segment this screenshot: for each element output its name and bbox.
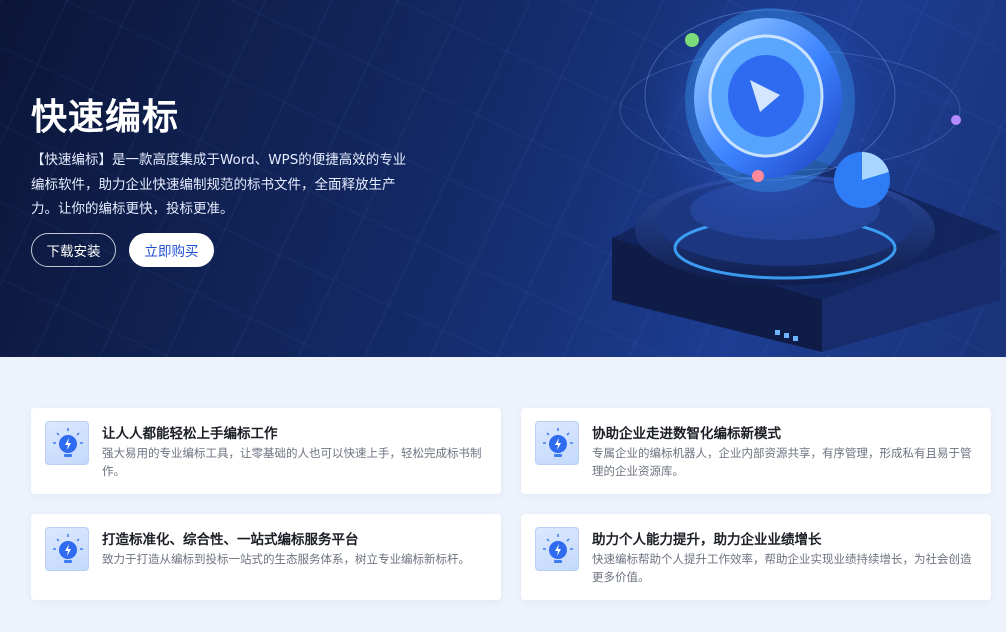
lightbulb-icon bbox=[535, 421, 579, 465]
feature-section: 让人人都能轻松上手编标工作 强大易用的专业编标工具，让零基础的人也可以快速上手，… bbox=[0, 357, 1006, 632]
feature-card-digital-mode: 协助企业走进数智化编标新模式 专属企业的编标机器人，企业内部资源共享，有序管理，… bbox=[521, 408, 991, 494]
product-description: 【快速编标】是一款高度集成于Word、WPS的便捷高效的专业编标软件，助力企业快… bbox=[31, 152, 407, 217]
hero-banner: 快速编标 【快速编标】是一款高度集成于Word、WPS的便捷高效的专业编标软件，… bbox=[0, 0, 1006, 357]
buy-now-button[interactable]: 立即购买 bbox=[129, 233, 214, 267]
lightbulb-icon bbox=[45, 421, 89, 465]
feature-card-performance-growth: 助力个人能力提升，助力企业业绩增长 快速编标帮助个人提升工作效率，帮助企业实现业… bbox=[521, 514, 991, 600]
lightbulb-icon bbox=[535, 527, 579, 571]
feature-description: 专属企业的编标机器人，企业内部资源共享，有序管理，形成私有且易于管理的企业资源库… bbox=[592, 446, 972, 478]
feature-title: 助力个人能力提升，助力企业业绩增长 bbox=[592, 532, 822, 548]
product-illustration bbox=[612, 0, 1000, 352]
feature-description: 强大易用的专业编标工具，让零基础的人也可以快速上手，轻松完成标书制作。 bbox=[102, 446, 482, 478]
feature-title: 让人人都能轻松上手编标工作 bbox=[102, 426, 278, 442]
feature-card-easy-to-use: 让人人都能轻松上手编标工作 强大易用的专业编标工具，让零基础的人也可以快速上手，… bbox=[31, 408, 501, 494]
feature-title: 打造标准化、综合性、一站式编标服务平台 bbox=[102, 532, 359, 548]
feature-description: 致力于打造从编标到投标一站式的生态服务体系，树立专业编标新标杆。 bbox=[102, 552, 470, 566]
feature-description: 快速编标帮助个人提升工作效率，帮助企业实现业绩持续增长，为社会创造更多价值。 bbox=[592, 552, 972, 584]
page-title: 快速编标 bbox=[31, 97, 180, 138]
download-install-button[interactable]: 下载安装 bbox=[31, 233, 116, 267]
feature-title: 协助企业走进数智化编标新模式 bbox=[592, 426, 781, 442]
lightbulb-icon bbox=[45, 527, 89, 571]
feature-card-one-stop-platform: 打造标准化、综合性、一站式编标服务平台 致力于打造从编标到投标一站式的生态服务体… bbox=[31, 514, 501, 600]
